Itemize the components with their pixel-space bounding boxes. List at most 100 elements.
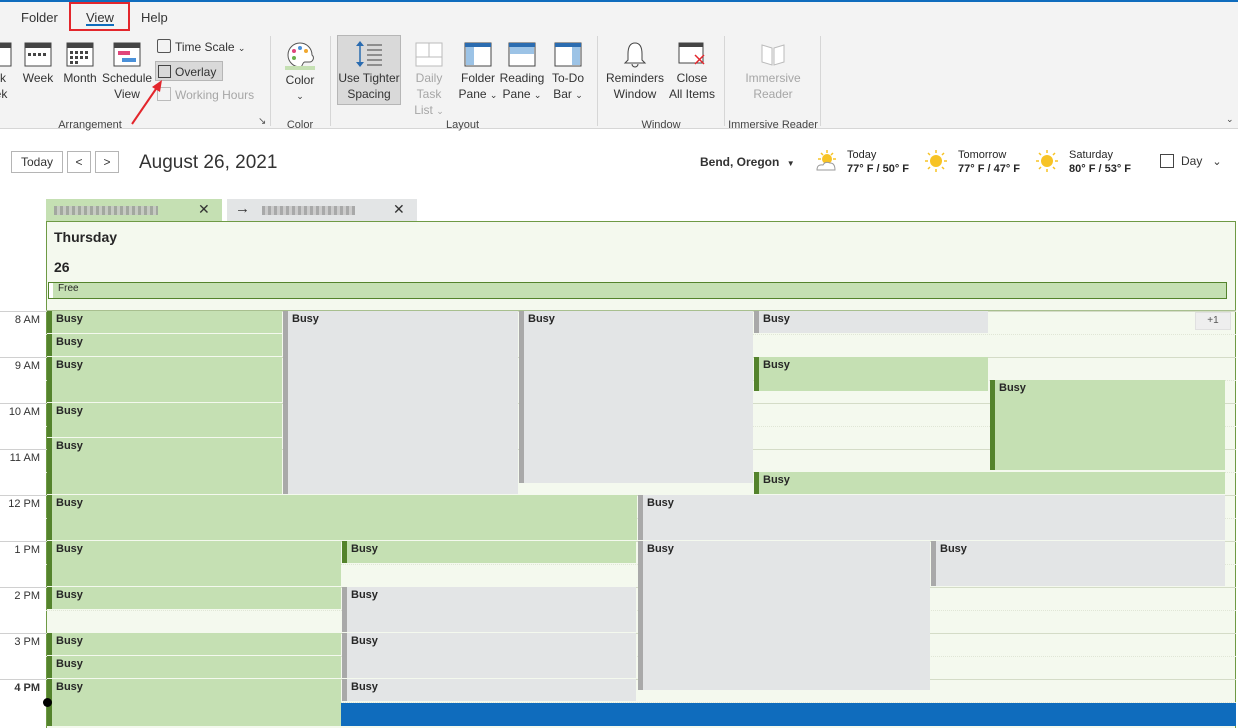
- weather-tomorrow: Tomorrow 77° F / 47° F: [958, 148, 1020, 176]
- hour-tick: [0, 403, 46, 404]
- busy-event-label: Busy: [763, 313, 790, 325]
- menu-folder[interactable]: Folder: [21, 10, 58, 25]
- busy-event-label: Busy: [56, 359, 83, 371]
- hour-label: 3 PM: [14, 636, 40, 648]
- close-icon[interactable]: ✕: [393, 201, 405, 218]
- folder-pane-button[interactable]: Folder Pane ⌄: [458, 40, 498, 103]
- calendar-day-icon: [1160, 154, 1174, 168]
- view-highlight-box: [69, 2, 130, 31]
- color-label: Color: [285, 73, 315, 87]
- ribbon-separator: [597, 36, 598, 126]
- tighter-spacing-button[interactable]: Use Tighter Spacing: [337, 35, 401, 105]
- chevron-down-icon: ⌄: [436, 106, 444, 116]
- busy-event[interactable]: Busy: [47, 656, 341, 678]
- busy-event-label: Busy: [56, 405, 83, 417]
- daily-task-label-2: List: [414, 103, 433, 117]
- close-all-items-button[interactable]: Close All Items: [666, 40, 718, 102]
- reading-pane-button[interactable]: Reading Pane ⌄: [499, 40, 545, 103]
- previous-day-button[interactable]: <: [67, 151, 91, 173]
- location-selector[interactable]: Bend, Oregon ▼: [700, 155, 795, 169]
- color-button[interactable]: Color ⌄: [280, 40, 320, 104]
- busy-event-label: Busy: [351, 635, 378, 647]
- hour-label: 2 PM: [14, 590, 40, 602]
- tighter-spacing-icon: [356, 41, 382, 67]
- busy-event-label: Busy: [940, 543, 967, 555]
- calendar-tab-secondary[interactable]: → ✕: [227, 199, 417, 221]
- current-time-marker: [43, 698, 52, 707]
- busy-event-label: Busy: [763, 474, 790, 486]
- todo-bar-label-2: Bar: [553, 87, 572, 101]
- busy-event[interactable]: Busy: [342, 679, 636, 701]
- busy-event-label: Busy: [56, 313, 83, 325]
- hour-label: 9 AM: [14, 360, 40, 372]
- chevron-down-icon: ⌄: [533, 90, 542, 100]
- busy-event[interactable]: Busy: [47, 438, 282, 494]
- hour-label: 11 AM: [9, 452, 40, 464]
- location-label: Bend, Oregon: [700, 155, 780, 169]
- busy-event[interactable]: Busy: [754, 357, 988, 391]
- calendar-tab-primary[interactable]: ✕: [46, 199, 222, 221]
- hour-label: 12 PM: [8, 498, 40, 510]
- immersive-group-label: Immersive Reader: [728, 119, 818, 131]
- daily-task-list-button[interactable]: Daily Task List ⌄: [403, 40, 455, 119]
- dialog-launcher-icon[interactable]: ↘: [258, 116, 266, 127]
- busy-event[interactable]: Busy: [638, 541, 930, 690]
- next-day-button[interactable]: >: [95, 151, 119, 173]
- busy-event[interactable]: Busy: [47, 311, 282, 333]
- busy-event[interactable]: Busy: [47, 334, 282, 356]
- month-button[interactable]: Month: [60, 40, 100, 86]
- ribbon-separator: [270, 36, 271, 126]
- reading-pane-icon: [508, 42, 536, 67]
- more-events-indicator[interactable]: +1: [1195, 312, 1231, 330]
- tighter-spacing-label-2: Spacing: [347, 87, 391, 101]
- month-calendar-icon: [66, 42, 94, 67]
- reading-pane-label-2: Pane: [502, 87, 531, 101]
- busy-event[interactable]: Busy: [47, 495, 637, 540]
- busy-event[interactable]: Busy: [47, 357, 282, 402]
- todo-bar-icon: [554, 42, 582, 67]
- menu-help[interactable]: Help: [141, 10, 168, 25]
- busy-event[interactable]: Busy: [47, 541, 341, 586]
- busy-event[interactable]: Busy: [47, 679, 341, 726]
- work-week-button[interactable]: rk ek: [0, 40, 12, 102]
- busy-event-label: Busy: [56, 497, 83, 509]
- busy-event[interactable]: Busy: [342, 587, 636, 632]
- view-mode-dropdown[interactable]: Day ⌄: [1160, 154, 1222, 168]
- busy-event[interactable]: Busy: [519, 311, 753, 483]
- busy-event[interactable]: Busy: [754, 311, 988, 333]
- busy-event-label: Busy: [292, 313, 319, 325]
- busy-event[interactable]: Busy: [47, 403, 282, 437]
- busy-event[interactable]: Busy: [283, 311, 518, 494]
- close-all-label-2: All Items: [668, 87, 715, 101]
- busy-event[interactable]: Busy: [931, 541, 1225, 586]
- weather-temp: 80° F / 53° F: [1069, 163, 1131, 175]
- busy-event[interactable]: Busy: [638, 495, 1225, 540]
- busy-event[interactable]: Busy: [990, 380, 1225, 470]
- selected-time-slot[interactable]: [341, 703, 1236, 726]
- busy-event[interactable]: Busy: [47, 587, 341, 609]
- busy-event[interactable]: Busy: [342, 541, 636, 563]
- working-hours-button[interactable]: Working Hours: [157, 85, 254, 105]
- immersive-reader-button[interactable]: Immersive Reader: [738, 40, 808, 102]
- busy-event[interactable]: Busy: [47, 633, 341, 655]
- busy-event-label: Busy: [56, 336, 83, 348]
- collapse-ribbon-icon[interactable]: ⌄: [1226, 114, 1234, 125]
- sunny-icon: [1036, 150, 1058, 172]
- busy-event[interactable]: Busy: [754, 472, 1225, 494]
- weather-day-label: Saturday: [1069, 149, 1114, 161]
- busy-event[interactable]: Busy: [342, 633, 636, 678]
- todo-bar-button[interactable]: To-Do Bar ⌄: [548, 40, 588, 103]
- calendar-icon: [0, 42, 12, 67]
- time-scale-button[interactable]: Time Scale ⌄: [157, 37, 245, 57]
- week-button[interactable]: Week: [20, 40, 56, 86]
- close-icon[interactable]: ✕: [198, 201, 210, 218]
- hour-label: 1 PM: [14, 544, 40, 556]
- today-button[interactable]: Today: [11, 151, 63, 173]
- weather-day-label: Today: [847, 149, 877, 161]
- busy-event-label: Busy: [351, 543, 378, 555]
- overlay-arrow-icon[interactable]: →: [235, 200, 250, 217]
- all-day-event[interactable]: Free: [48, 282, 1227, 299]
- reminders-window-button[interactable]: Reminders Window: [604, 40, 666, 102]
- immersive-label-1: Immersive: [745, 71, 801, 85]
- weather-today: Today 77° F / 50° F: [847, 148, 909, 176]
